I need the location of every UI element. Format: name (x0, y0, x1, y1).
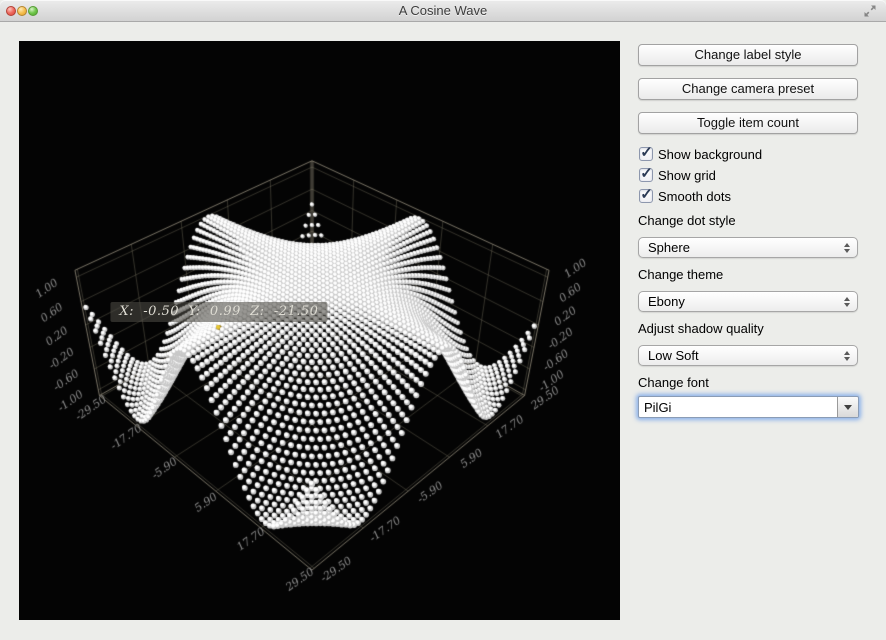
change-camera-preset-button[interactable]: Change camera preset (638, 78, 858, 100)
plot-area: X: -0.50 Y: 0.99 Z: -21.50 (19, 41, 620, 620)
control-panel: Change label style Change camera preset … (638, 44, 858, 418)
popup-stepper-icon (844, 297, 850, 307)
window-title: A Cosine Wave (0, 0, 886, 22)
font-combobox[interactable]: PilGi (638, 396, 859, 418)
show-grid-checkbox[interactable]: ✓ Show grid (638, 167, 858, 183)
fullscreen-icon[interactable] (863, 4, 877, 18)
change-label-style-button[interactable]: Change label style (638, 44, 858, 66)
checkbox-group: ✓ Show background ✓ Show grid ✓ Smooth d… (638, 146, 858, 204)
toggle-item-count-button[interactable]: Toggle item count (638, 112, 858, 134)
font-value: PilGi (644, 400, 837, 415)
popup-stepper-icon (844, 351, 850, 361)
checkbox-checked-icon: ✓ (639, 147, 653, 161)
smooth-dots-checkbox[interactable]: ✓ Smooth dots (638, 188, 858, 204)
checkbox-label: Show grid (658, 168, 716, 183)
shadow-quality-value: Low Soft (648, 348, 844, 363)
app-window: A Cosine Wave X: -0.50 Y: 0.99 Z: -21.50… (0, 0, 886, 640)
shadow-quality-select[interactable]: Low Soft (638, 345, 858, 366)
popup-stepper-icon (844, 243, 850, 253)
dot-style-value: Sphere (648, 240, 844, 255)
checkbox-label: Smooth dots (658, 189, 731, 204)
font-section-label: Change font (638, 375, 858, 391)
theme-select[interactable]: Ebony (638, 291, 858, 312)
titlebar[interactable]: A Cosine Wave (0, 0, 886, 22)
checkbox-label: Show background (658, 147, 762, 162)
chevron-down-icon (844, 405, 852, 410)
checkbox-checked-icon: ✓ (639, 168, 653, 182)
dot-style-select[interactable]: Sphere (638, 237, 858, 258)
dot-style-section-label: Change dot style (638, 213, 858, 229)
checkbox-checked-icon: ✓ (639, 189, 653, 203)
scatter-3d-canvas[interactable] (19, 41, 620, 620)
combo-dropdown-button[interactable] (837, 397, 858, 417)
selection-label: X: -0.50 Y: 0.99 Z: -21.50 (110, 302, 327, 322)
theme-section-label: Change theme (638, 267, 858, 283)
show-background-checkbox[interactable]: ✓ Show background (638, 146, 858, 162)
theme-value: Ebony (648, 294, 844, 309)
shadow-quality-section-label: Adjust shadow quality (638, 321, 858, 337)
